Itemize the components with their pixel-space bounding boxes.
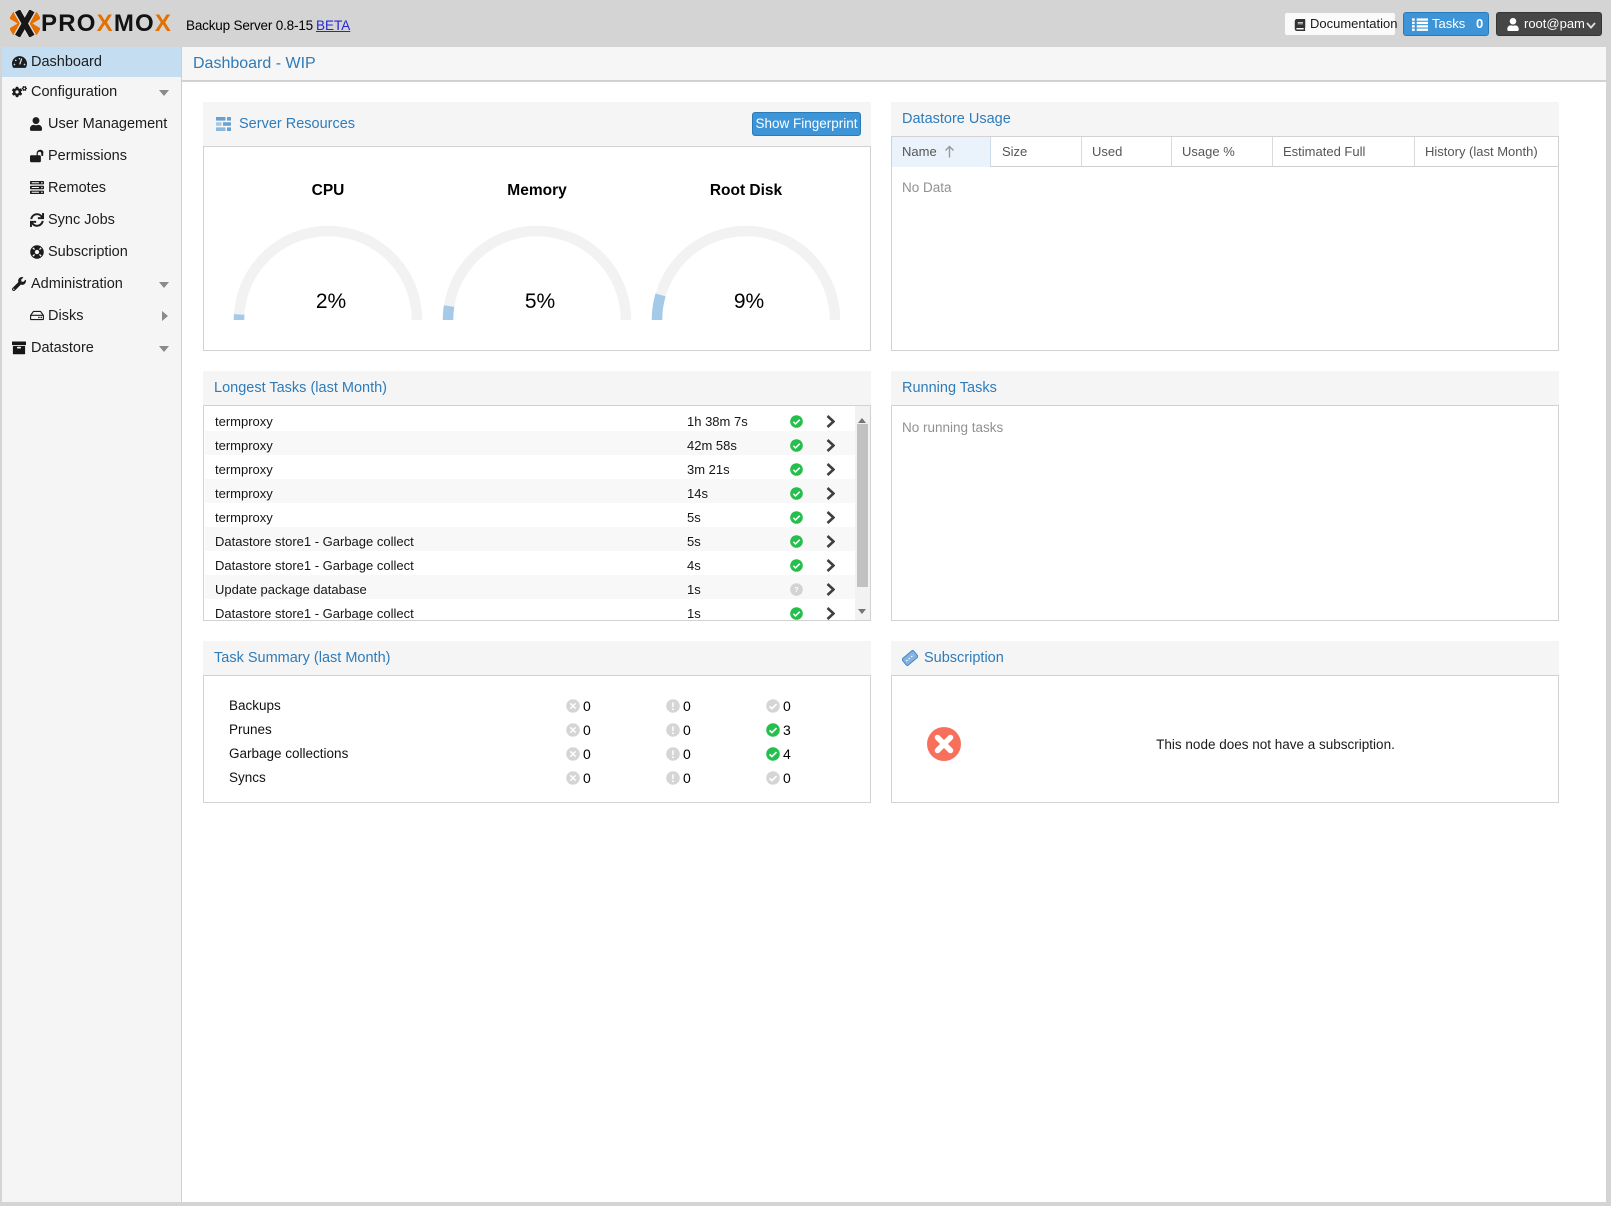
svg-text:?: ? (794, 585, 799, 594)
